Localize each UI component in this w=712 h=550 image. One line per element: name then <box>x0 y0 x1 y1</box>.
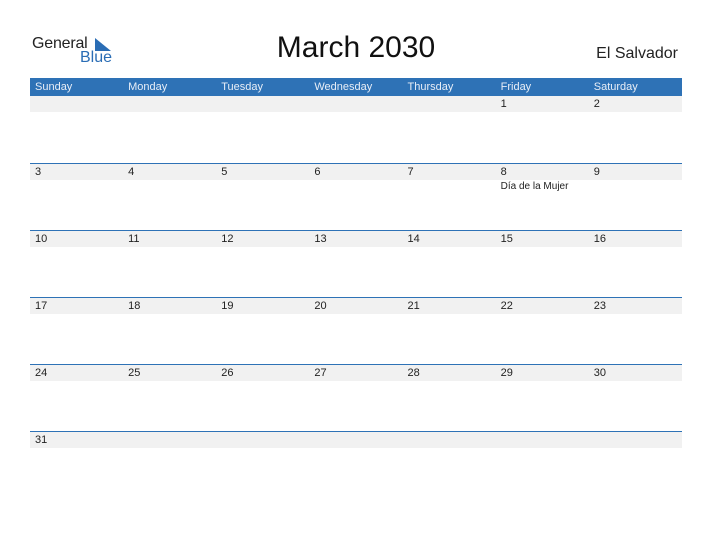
day-number: 19 <box>221 300 234 312</box>
week-row: 31 <box>30 431 682 498</box>
day-number: 25 <box>128 367 141 379</box>
day-number: 18 <box>128 300 141 312</box>
day-number: 9 <box>593 166 600 178</box>
day-number <box>123 96 216 112</box>
day-number: 28 <box>407 367 420 379</box>
date-strip: 24 25 26 27 28 29 30 <box>30 365 682 381</box>
day-number: 12 <box>221 233 234 245</box>
calendar-grid: Sunday Monday Tuesday Wednesday Thursday Frid… <box>30 78 682 498</box>
day-number: 14 <box>407 233 420 245</box>
week-row: 10 11 12 13 14 15 16 <box>30 230 682 297</box>
week-row: 3 4 5 6 7 8 9 Día de la Mujer <box>30 163 682 230</box>
week-row: 17 18 19 20 21 22 23 <box>30 297 682 364</box>
weekday-friday: Friday <box>500 81 532 93</box>
day-number: 27 <box>314 367 327 379</box>
day-number: 23 <box>593 300 606 312</box>
day-number <box>216 432 309 448</box>
day-number <box>309 96 402 112</box>
day-number: 13 <box>314 233 327 245</box>
day-number: 31 <box>35 434 48 446</box>
holiday-label: Día de la Mujer <box>500 181 569 192</box>
holiday-label <box>403 180 496 194</box>
day-number: 5 <box>221 166 228 178</box>
day-number: 22 <box>500 300 513 312</box>
day-number: 21 <box>407 300 420 312</box>
holiday-label <box>309 180 402 194</box>
day-number: 20 <box>314 300 327 312</box>
day-number <box>496 432 589 448</box>
week-row: 12 <box>30 96 682 163</box>
week-row: 24 25 26 27 28 29 30 <box>30 364 682 431</box>
day-number <box>403 432 496 448</box>
events-row: Día de la Mujer <box>30 180 682 194</box>
day-number: 2 <box>593 98 600 110</box>
day-number <box>403 96 496 112</box>
holiday-label <box>216 180 309 194</box>
date-strip: 10 11 12 13 14 15 16 <box>30 231 682 247</box>
day-number: 11 <box>128 233 140 245</box>
weekday-header: Sunday Monday Tuesday Wednesday Thursday Frid… <box>30 78 682 96</box>
holiday-label <box>30 180 123 194</box>
date-strip: 3 4 5 6 7 8 9 <box>30 164 682 180</box>
day-number: 6 <box>314 166 321 178</box>
weekday-sunday: Sunday <box>35 81 73 93</box>
day-number: 24 <box>35 367 48 379</box>
day-number: 30 <box>593 367 606 379</box>
weekday-wednesday: Wednesday <box>314 81 373 93</box>
date-strip: 31 <box>30 432 682 448</box>
day-number <box>216 96 309 112</box>
day-number: 29 <box>500 367 513 379</box>
day-number <box>30 96 123 112</box>
day-number: 7 <box>407 166 414 178</box>
day-number <box>123 432 216 448</box>
date-strip: 12 <box>30 96 682 112</box>
day-number: 15 <box>500 233 513 245</box>
weekday-saturday: Saturday <box>593 81 638 93</box>
day-number: 16 <box>593 233 606 245</box>
day-number <box>309 432 402 448</box>
weekday-monday: Monday <box>128 81 168 93</box>
day-number: 17 <box>35 300 48 312</box>
day-number: 10 <box>35 233 48 245</box>
day-number <box>589 432 682 448</box>
holiday-label <box>589 180 682 194</box>
day-number: 1 <box>500 98 507 110</box>
day-number: 3 <box>35 166 42 178</box>
holiday-label <box>123 180 216 194</box>
day-number: 26 <box>221 367 234 379</box>
date-strip: 17 18 19 20 21 22 23 <box>30 298 682 314</box>
day-number: 4 <box>128 166 135 178</box>
country-label: El Salvador <box>596 45 678 62</box>
weekday-tuesday: Tuesday <box>221 81 264 93</box>
weekday-thursday: Thursday <box>407 81 454 93</box>
day-number: 8 <box>500 166 507 178</box>
